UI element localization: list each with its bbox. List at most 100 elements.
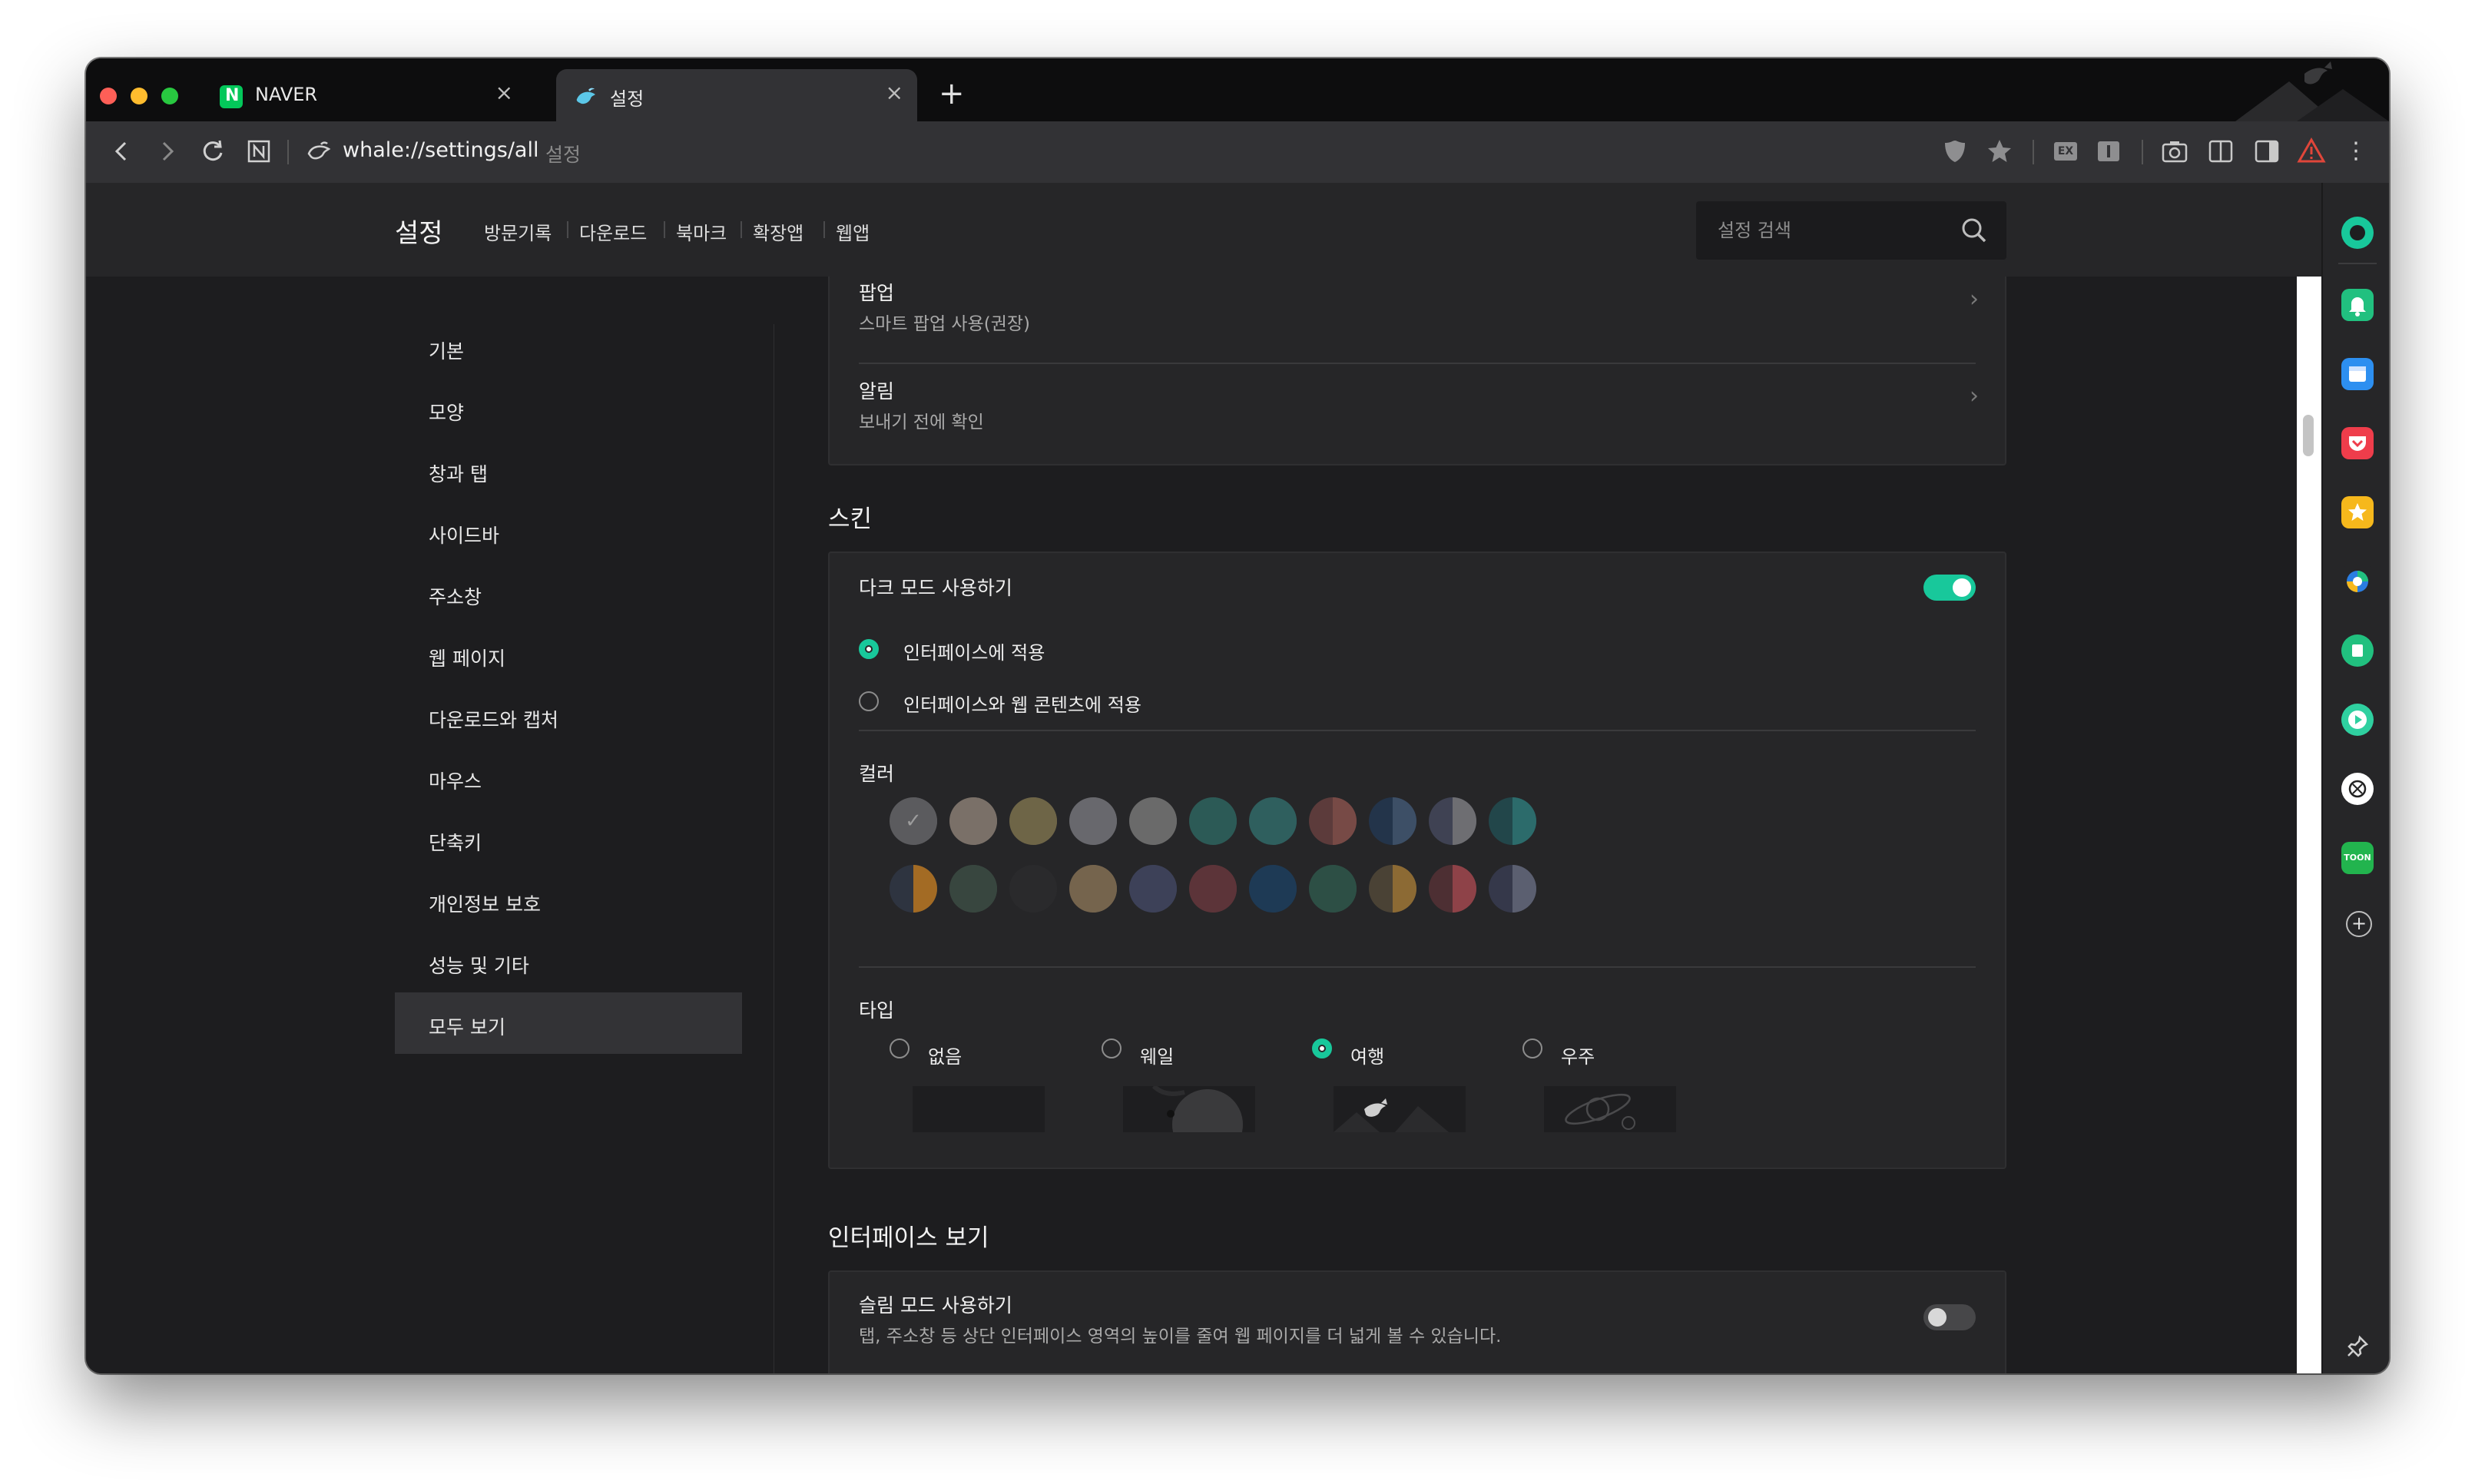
new-tab-button[interactable]: +	[939, 78, 965, 109]
sidenav-item-address-bar[interactable]: 주소창	[395, 562, 742, 624]
star-icon[interactable]	[1983, 135, 2016, 167]
color-swatch[interactable]	[1369, 797, 1416, 845]
sidenav-label: 웹 페이지	[429, 648, 505, 670]
zoom-window-button[interactable]	[161, 88, 178, 104]
color-swatch[interactable]	[949, 797, 997, 845]
popup-row[interactable]: 팝업 스마트 팝업 사용(권장) ›	[830, 277, 2005, 363]
color-swatch[interactable]	[1009, 797, 1057, 845]
naver-home-icon[interactable]	[243, 135, 275, 167]
memo-icon[interactable]	[2341, 634, 2374, 667]
pocket-icon[interactable]	[2341, 427, 2374, 459]
color-swatch[interactable]	[1429, 865, 1476, 913]
sidenav-item-privacy[interactable]: 개인정보 보호	[395, 870, 742, 931]
color-swatch[interactable]	[1009, 865, 1057, 913]
color-swatch[interactable]	[1129, 797, 1177, 845]
address-bar-url[interactable]: whale://settings/all	[343, 138, 538, 162]
sidenav-label: 모양	[429, 402, 465, 424]
sidenav-item-shortcuts[interactable]: 단축키	[395, 808, 742, 870]
color-swatch-half	[1093, 865, 1117, 913]
color-swatch[interactable]	[1489, 865, 1536, 913]
color-swatch-half	[1213, 797, 1237, 845]
color-label: 컬러	[859, 763, 895, 785]
color-swatch[interactable]	[1129, 865, 1177, 913]
color-swatch[interactable]	[949, 865, 997, 913]
color-swatch[interactable]	[1489, 797, 1536, 845]
forward-icon[interactable]	[151, 135, 183, 167]
nav-downloads[interactable]: 다운로드	[579, 218, 647, 245]
type-none-radio[interactable]	[890, 1038, 909, 1058]
media-play-icon[interactable]	[2341, 704, 2374, 736]
nav-history[interactable]: 방문기록	[484, 218, 552, 245]
tab-close-button[interactable]: ×	[886, 81, 903, 104]
shield-icon[interactable]	[1939, 135, 1971, 167]
add-icon[interactable]: +	[2346, 911, 2372, 937]
sidenav-item-downloads-capture[interactable]: 다운로드와 캡처	[395, 685, 742, 747]
translate-icon[interactable]	[2092, 135, 2125, 167]
close-window-button[interactable]	[100, 88, 117, 104]
whale-site-icon[interactable]	[303, 135, 335, 167]
search-icon[interactable]	[1959, 215, 1990, 246]
color-swatch[interactable]: ✓	[890, 797, 937, 845]
type-space-radio[interactable]	[1522, 1038, 1542, 1058]
color-swatch[interactable]	[890, 865, 937, 913]
color-swatch[interactable]	[1069, 797, 1117, 845]
skin-section-title: 스킨	[828, 505, 873, 533]
openai-icon[interactable]	[2341, 773, 2374, 805]
color-swatch[interactable]	[1369, 865, 1416, 913]
type-space-thumbnail[interactable]	[1544, 1086, 1676, 1132]
bookmark-star-icon[interactable]	[2341, 496, 2374, 528]
apply-interface-radio[interactable]	[859, 639, 879, 659]
color-swatch[interactable]	[1309, 865, 1357, 913]
color-swatch[interactable]	[1189, 865, 1237, 913]
color-swatch[interactable]	[1249, 865, 1297, 913]
type-none-thumbnail[interactable]	[913, 1086, 1045, 1132]
search-input[interactable]	[1716, 217, 1950, 244]
more-icon[interactable]: ⋮	[2340, 135, 2372, 167]
minimize-window-button[interactable]	[131, 88, 147, 104]
sidenav-label: 창과 탭	[429, 463, 488, 485]
notification-icon[interactable]	[2341, 289, 2374, 321]
nav-extensions[interactable]: 확장앱	[753, 218, 803, 245]
pin-icon[interactable]	[2341, 1330, 2374, 1363]
type-whale-thumbnail[interactable]	[1123, 1086, 1255, 1132]
popup-alert-card: 팝업 스마트 팝업 사용(권장) › 알림 보내기 전에 확인 ›	[828, 277, 2006, 465]
content-scrollbar[interactable]	[2297, 277, 2321, 1373]
sidenav-item-show-all[interactable]: 모두 보기	[395, 992, 742, 1054]
sidenav-item-appearance[interactable]: 모양	[395, 378, 742, 439]
color-swatch[interactable]	[1069, 865, 1117, 913]
type-whale-radio[interactable]	[1102, 1038, 1122, 1058]
toggle-knob	[1953, 578, 1971, 597]
reload-icon[interactable]	[197, 135, 229, 167]
tab-settings[interactable]: 설정 ×	[556, 69, 917, 121]
whale-status-icon[interactable]	[2341, 217, 2374, 249]
type-travel-radio[interactable]	[1312, 1038, 1332, 1058]
alert-row[interactable]: 알림 보내기 전에 확인 ›	[830, 364, 2005, 464]
sidebar-toggle-icon[interactable]	[2251, 135, 2283, 167]
color-swatch[interactable]	[1309, 797, 1357, 845]
ex-icon[interactable]: EX	[2049, 135, 2082, 167]
slim-mode-toggle[interactable]	[1923, 1304, 1976, 1330]
color-swatch[interactable]	[1249, 797, 1297, 845]
dark-mode-toggle[interactable]	[1923, 575, 1976, 601]
webtoon-icon[interactable]: TOON	[2341, 842, 2374, 874]
warning-icon[interactable]	[2295, 135, 2328, 167]
sidenav-item-performance[interactable]: 성능 및 기타	[395, 931, 742, 992]
sidenav-item-web-page[interactable]: 웹 페이지	[395, 624, 742, 685]
nav-webapps[interactable]: 웹앱	[836, 218, 870, 245]
sidenav-item-sidebar[interactable]: 사이드바	[395, 501, 742, 562]
split-view-icon[interactable]	[2205, 135, 2237, 167]
color-swatch[interactable]	[1429, 797, 1476, 845]
translate-app-icon[interactable]	[2341, 565, 2374, 598]
scrollbar-thumb[interactable]	[2303, 415, 2314, 456]
sidenav-item-windows-tabs[interactable]: 창과 탭	[395, 439, 742, 501]
calendar-icon[interactable]	[2341, 358, 2374, 390]
tab-close-button[interactable]: ×	[495, 81, 513, 104]
sidenav-item-basic[interactable]: 기본	[395, 316, 742, 378]
apply-interface-web-radio[interactable]	[859, 691, 879, 711]
color-swatch[interactable]	[1189, 797, 1237, 845]
nav-bookmarks[interactable]: 북마크	[676, 218, 727, 245]
screenshot-icon[interactable]	[2159, 135, 2191, 167]
sidenav-item-mouse[interactable]: 마우스	[395, 747, 742, 808]
type-travel-thumbnail[interactable]	[1334, 1086, 1466, 1132]
back-icon[interactable]	[106, 135, 138, 167]
